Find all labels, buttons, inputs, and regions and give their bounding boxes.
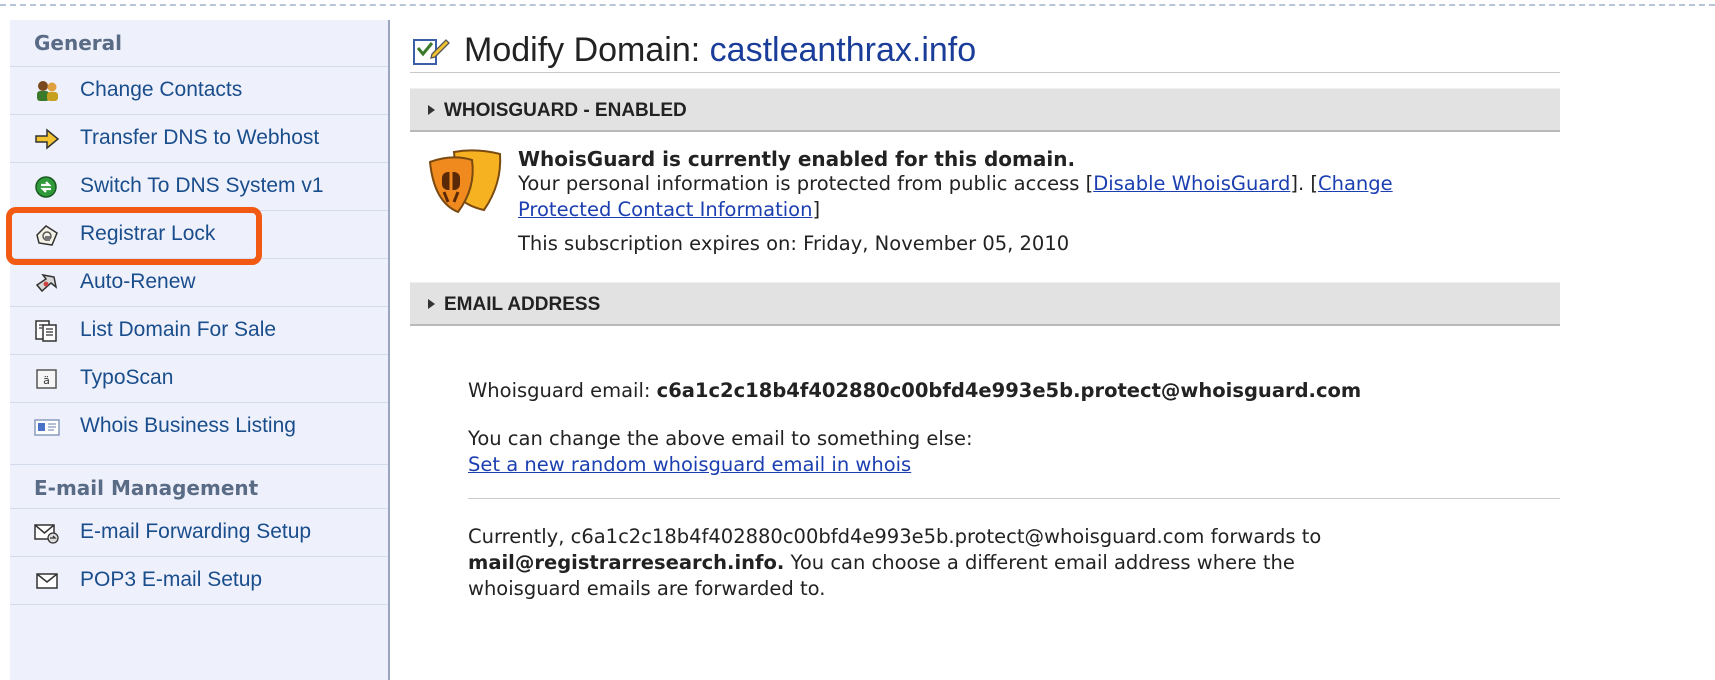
change-protected-contact-link-cont[interactable]: Protected Contact Information <box>518 198 812 221</box>
section-header-whoisguard[interactable]: WHOISGUARD - ENABLED <box>410 88 1560 132</box>
top-dashed-border <box>0 4 1715 6</box>
section-header-label: WHOISGUARD - ENABLED <box>444 100 687 121</box>
sidebar-item-registrar-lock[interactable]: Registrar Lock <box>10 210 388 258</box>
page-title: Modify Domain: castleanthrax.info <box>464 26 976 74</box>
sidebar-divider <box>10 604 388 652</box>
between-text: ]. [ <box>1290 172 1318 195</box>
sidebar-heading-email-management: E-mail Management <box>10 464 388 510</box>
set-random-email-link[interactable]: Set a new random whoisguard email in who… <box>468 453 911 476</box>
business-card-icon <box>34 415 60 439</box>
forward-line-1: Currently, c6a1c2c18b4f402880c00bfd4e993… <box>468 525 1322 548</box>
disable-whoisguard-link[interactable]: Disable WhoisGuard <box>1093 172 1290 195</box>
whoisguard-protected-line-2: Protected Contact Information] <box>518 197 820 223</box>
clipboard-icon <box>34 319 60 343</box>
svg-text:ä: ä <box>43 374 50 387</box>
whoisguard-email-line: Whoisguard email: c6a1c2c18b4f402880c00b… <box>468 378 1361 404</box>
sidebar-item-label: TypoScan <box>80 366 174 389</box>
edit-page-icon <box>412 34 450 68</box>
sidebar-item-label: List Domain For Sale <box>80 318 277 341</box>
sidebar-item-label: Registrar Lock <box>80 222 216 245</box>
sidebar-item-whois-business-listing[interactable]: Whois Business Listing <box>10 402 388 450</box>
whoisguard-protected-line: Your personal information is protected f… <box>518 171 1393 197</box>
sidebar-item-label: E-mail Forwarding Setup <box>80 520 312 543</box>
auto-renew-icon <box>34 271 60 295</box>
main-content: Modify Domain: castleanthrax.info WHOISG… <box>410 20 1560 676</box>
expand-triangle-icon <box>428 105 435 115</box>
change-email-text: You can change the above email to someth… <box>468 427 973 450</box>
sidebar-item-pop3-email[interactable]: POP3 E-mail Setup <box>10 556 388 604</box>
sidebar-item-label: Auto-Renew <box>80 270 196 293</box>
sidebar-item-list-domain-for-sale[interactable]: List Domain For Sale <box>10 306 388 354</box>
lock-icon <box>34 223 60 247</box>
sidebar-item-typoscan[interactable]: ä TypoScan <box>10 354 388 402</box>
section-header-label: EMAIL ADDRESS <box>444 294 601 315</box>
whoisguard-status: WhoisGuard is currently enabled for this… <box>518 147 1076 171</box>
arrow-right-icon <box>34 127 60 151</box>
sidebar-item-transfer-dns[interactable]: Transfer DNS to Webhost <box>10 114 388 162</box>
sidebar-item-switch-dns[interactable]: Switch To DNS System v1 <box>10 162 388 210</box>
email-forward-icon <box>34 521 60 545</box>
sidebar-item-email-forwarding[interactable]: E-mail Forwarding Setup <box>10 508 388 556</box>
sidebar-item-auto-renew[interactable]: Auto-Renew <box>10 258 388 306</box>
page-title-prefix: Modify Domain: <box>464 31 701 69</box>
envelope-icon <box>34 569 60 593</box>
switch-icon <box>34 175 60 199</box>
forward-line-2: mail@registrarresearch.info. You can cho… <box>468 550 1295 576</box>
sidebar-item-label: Switch To DNS System v1 <box>80 174 324 197</box>
change-protected-contact-link[interactable]: Change <box>1318 172 1393 195</box>
whoisguard-shield-icon <box>424 146 504 216</box>
expand-triangle-icon <box>428 299 435 309</box>
close-bracket: ] <box>812 198 821 221</box>
subscription-expiry: This subscription expires on: Friday, No… <box>518 232 1070 255</box>
forward-line-3: whoisguard emails are forwarded to. <box>468 577 826 600</box>
email-divider <box>468 498 1560 499</box>
title-divider <box>410 72 1560 73</box>
protected-text: Your personal information is protected f… <box>518 172 1094 195</box>
page-title-domain: castleanthrax.info <box>709 31 977 69</box>
whoisguard-email-label: Whoisguard email: <box>468 379 657 402</box>
sidebar-item-label: Change Contacts <box>80 78 243 101</box>
sidebar-item-label: POP3 E-mail Setup <box>80 568 263 591</box>
typoscan-icon: ä <box>34 367 60 391</box>
section-header-email-address[interactable]: EMAIL ADDRESS <box>410 282 1560 326</box>
set-random-email-link-wrap: Set a new random whoisguard email in who… <box>468 452 911 478</box>
forward-line-2-rest: You can choose a different email address… <box>784 551 1295 574</box>
sidebar: General Change Contacts Transfer DNS to … <box>10 20 390 680</box>
whoisguard-email-value: c6a1c2c18b4f402880c00bfd4e993e5b.protect… <box>656 379 1362 402</box>
sidebar-item-label: Whois Business Listing <box>80 414 296 437</box>
contacts-icon <box>34 79 60 103</box>
page-title-row: Modify Domain: castleanthrax.info <box>410 26 1560 74</box>
sidebar-item-label: Transfer DNS to Webhost <box>80 126 320 149</box>
forward-destination-email: mail@registrarresearch.info. <box>468 551 785 574</box>
sidebar-heading-general: General <box>34 31 122 55</box>
sidebar-item-change-contacts[interactable]: Change Contacts <box>10 66 388 114</box>
